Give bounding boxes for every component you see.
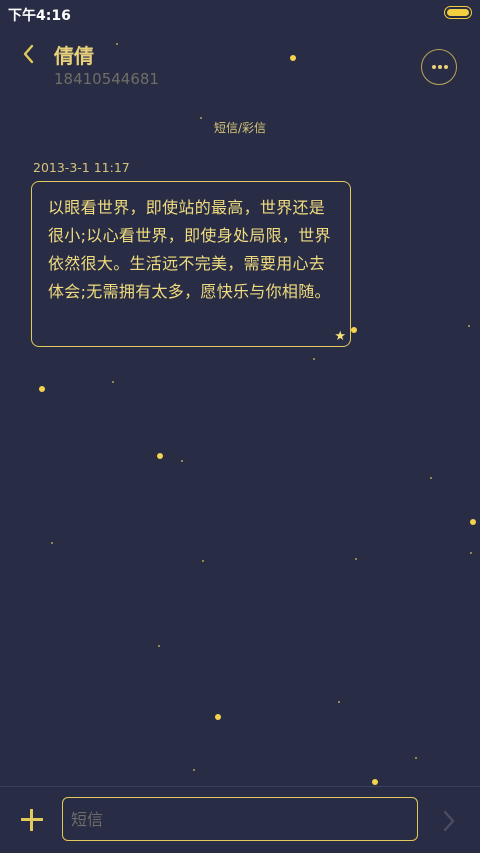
star-icon: ★ <box>334 329 346 344</box>
contact-name: 倩倩 <box>54 44 94 68</box>
message-text: 以眼看世界，即使站的最高，世界还是很小;以心看世界，即使身处局限，世界依然很大。… <box>48 198 331 301</box>
status-bar: 下午4:16 <box>0 0 480 26</box>
message-bubble[interactable]: 以眼看世界，即使站的最高，世界还是很小;以心看世界，即使身处局限，世界依然很大。… <box>31 181 351 347</box>
more-dots-icon <box>432 65 436 69</box>
back-button[interactable] <box>18 40 42 68</box>
contact-phone: 18410544681 <box>54 70 159 88</box>
send-button[interactable] <box>440 809 458 833</box>
channel-label: 短信/彩信 <box>213 121 267 135</box>
chevron-left-icon <box>23 44 34 64</box>
status-time: 下午4:16 <box>8 8 71 24</box>
composer-bar <box>0 786 480 853</box>
message-input[interactable] <box>62 797 418 841</box>
chevron-right-icon <box>443 810 455 832</box>
more-options-button[interactable] <box>421 49 457 85</box>
message-timestamp: 2013-3-1 11:17 <box>33 160 130 175</box>
battery-icon <box>444 6 472 19</box>
add-attachment-button[interactable] <box>20 808 44 832</box>
